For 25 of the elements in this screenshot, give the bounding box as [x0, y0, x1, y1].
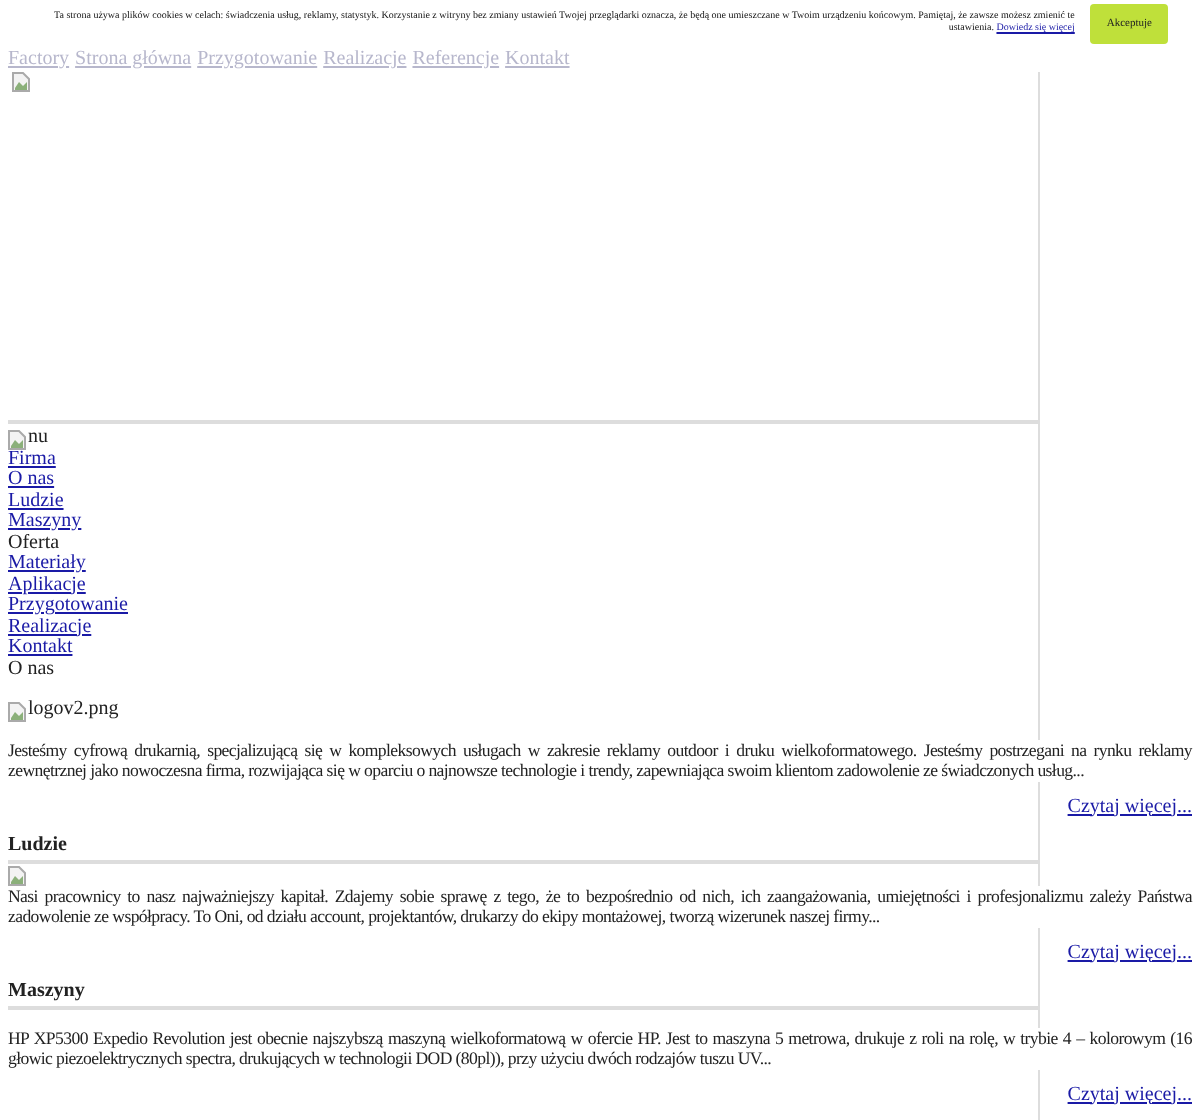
read-more-link[interactable]: Czytaj więcej... — [1067, 797, 1192, 818]
menu-link[interactable]: Aplikacje — [8, 575, 86, 596]
menu-label: Oferta — [8, 533, 60, 554]
menu-link[interactable]: Ludzie — [8, 491, 64, 512]
section-text: HP XP5300 Expedio Revolution jest obecnie najszybszą maszyną wielkoformatową w ofercie HP. Jest to maszyna 5 metrowa, drukuje z roli na rolę, w trybie 4 – kolorowym (16 głowic piezoelektrycznych spectra, drukujących w technologii DOD (80pl)), przy użyciu dwóch rodzajów tuszu UV... — [8, 1027, 1192, 1069]
menu-link[interactable]: Przygotowanie — [8, 596, 128, 617]
read-more-link[interactable]: Czytaj więcej... — [1067, 1085, 1192, 1106]
menu-link[interactable]: Kontakt — [8, 638, 73, 659]
section-heading: Ludzie — [8, 834, 67, 856]
menu-link[interactable]: Firma — [8, 449, 56, 470]
image-alt-text: nu — [28, 428, 48, 449]
broken-image-icon — [8, 701, 26, 721]
menu-link[interactable]: Materiały — [8, 554, 86, 575]
menu-link[interactable]: Maszyny — [8, 512, 82, 533]
logo-alt-text: logov2.png — [28, 700, 119, 721]
read-more-link[interactable]: Czytaj więcej... — [1067, 943, 1192, 964]
menu-link[interactable]: Realizacje — [8, 617, 92, 638]
broken-image-icon — [8, 429, 26, 449]
broken-image-icon — [8, 865, 26, 885]
menu-link[interactable]: O nas — [8, 470, 55, 491]
section-text: Jesteśmy cyfrową drukarnią, specjalizującą się w kompleksowych usługach w zakresie reklamy outdoor i druku wielkoformatowego. Jesteśmy postrzegani na rynku reklamy zewnętrznej jako nowoczesna firma, rozwijająca się w oparciu o najnowsze technologie i trendy, zapewniająca swoim klientom zadowolenie ze świadczonych usług... — [8, 739, 1192, 781]
section-text: Nasi pracownicy to nasz najważniejszy kapitał. Zdajemy sobie sprawę z tego, że to bezpośrednio od nich, ich zaangażowania, umiejętności i profesjonalizmu zależy Państwa zadowolenie ze współpracy. To Oni, od działu account, projektantów, drukarzy do ekipy montażowej, tworzą wizerunek naszej firmy... — [8, 885, 1192, 927]
broken-image-icon — [12, 72, 30, 92]
menu-label: O nas — [8, 659, 55, 680]
section-heading: Maszyny — [8, 980, 85, 1002]
